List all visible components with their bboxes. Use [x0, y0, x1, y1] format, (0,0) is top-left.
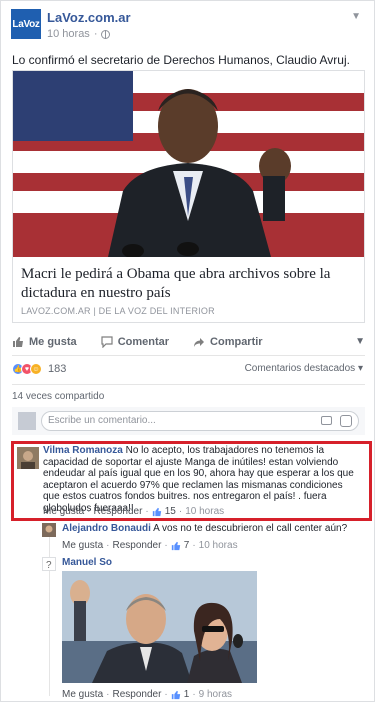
avatar[interactable] [17, 447, 39, 469]
post-meta: 10 horas · [47, 28, 111, 40]
facebook-post-card: LaVoz LaVoz.com.ar 10 horas · ▼ Lo confi… [0, 0, 375, 702]
post-header: LaVoz LaVoz.com.ar 10 horas · ▼ [11, 7, 361, 41]
comment-author[interactable]: Manuel So [62, 557, 112, 568]
dot: · [178, 506, 183, 517]
reply-body: Alejandro Bonaudi A vos no te descubrier… [62, 523, 362, 535]
comment-time[interactable]: 10 horas [185, 506, 224, 517]
chevron-down-icon[interactable]: ▼ [351, 11, 361, 22]
comment-button[interactable]: Comentar [101, 336, 169, 348]
page-logo[interactable]: LaVoz [11, 9, 41, 39]
comment-like-count[interactable]: 15 [165, 506, 176, 517]
actions-dropdown-icon[interactable]: ▼ [355, 336, 365, 347]
dot: · [106, 689, 110, 700]
sticker-icon[interactable] [340, 415, 352, 427]
dot: · [192, 689, 196, 700]
comment-icon [101, 336, 113, 348]
comment-author[interactable]: Vilma Romanoza [43, 445, 123, 456]
comment-body: Vilma Romanoza No lo acepto, los trabaja… [43, 445, 361, 514]
question-mark-icon: ? [46, 560, 52, 570]
dot: · [164, 540, 168, 551]
user-avatar [18, 412, 36, 430]
reactions-summary[interactable]: 👍 ♥ ☺ 183 [12, 362, 66, 376]
comment-input-placeholder: Escribe un comentario... [48, 415, 156, 426]
comment-sort-label: Comentarios destacados [244, 363, 356, 374]
comment-reply-link[interactable]: Responder [93, 506, 142, 517]
comment-like-link[interactable]: Me gusta [43, 506, 84, 517]
avatar[interactable] [42, 523, 56, 537]
comment-reply-link[interactable]: Responder [112, 689, 161, 700]
comment-footer: Me gusta · Responder · 1 · 9 horas [62, 689, 232, 700]
share-icon [194, 338, 205, 347]
comment-time[interactable]: 9 horas [199, 689, 232, 700]
divider [12, 355, 365, 356]
comment-like-link[interactable]: Me gusta [62, 689, 103, 700]
comment-photo[interactable] [62, 571, 257, 683]
comment-composer: Escribe un comentario... [12, 407, 365, 435]
comment-reply-link[interactable]: Responder [112, 540, 161, 551]
comment-footer: Me gusta · Responder · 7 · 10 horas [62, 540, 238, 551]
thumbs-up-icon [171, 541, 180, 550]
article-photo[interactable] [13, 71, 364, 257]
share-count[interactable]: 14 veces compartido [12, 391, 104, 402]
thumbs-up-icon [13, 337, 23, 347]
caret-down-icon: ▾ [357, 363, 363, 374]
comment-author[interactable]: Alejandro Bonaudi [62, 523, 151, 534]
article-image-illustration [13, 71, 364, 257]
comment-like-link[interactable]: Me gusta [62, 540, 103, 551]
dot: · [145, 506, 149, 517]
article-caption: LAVOZ.COM.AR | DE LA VOZ DEL INTERIOR [21, 306, 215, 316]
thumbs-up-icon [152, 507, 161, 516]
globe-icon [101, 29, 111, 39]
share-label: Compartir [210, 336, 263, 348]
link-preview[interactable]: Macri le pedirá a Obama que abra archivo… [12, 70, 365, 323]
reply-thread-line [49, 526, 50, 696]
comment-footer: Me gusta · Responder · 15 · 10 horas [43, 506, 224, 517]
dot: · [87, 506, 91, 517]
post-time[interactable]: 10 horas [47, 28, 90, 40]
reaction-count[interactable]: 183 [48, 363, 66, 375]
comment-text: A vos no te descubrieron el call center … [153, 523, 348, 534]
comment-label: Comentar [117, 336, 170, 348]
divider [12, 384, 365, 385]
camera-icon[interactable] [321, 416, 332, 425]
avatar[interactable]: ? [42, 557, 56, 571]
comment-photo-image [62, 571, 257, 683]
reply-body: Manuel So [62, 557, 112, 569]
avatar-image [17, 447, 39, 469]
thumbs-up-icon [171, 690, 180, 699]
dot: · [164, 689, 168, 700]
separator-dot: · [93, 28, 98, 40]
dot: · [106, 540, 110, 551]
avatar-image [42, 523, 56, 537]
like-label: Me gusta [29, 336, 77, 348]
comment-like-count[interactable]: 1 [184, 689, 190, 700]
link-preview-body[interactable]: Macri le pedirá a Obama que abra archivo… [13, 257, 364, 322]
comment-time[interactable]: 10 horas [199, 540, 238, 551]
article-headline[interactable]: Macri le pedirá a Obama que abra archivo… [21, 265, 356, 303]
haha-reaction-icon: ☺ [30, 363, 42, 375]
post-text: Lo confirmó el secretario de Derechos Hu… [12, 53, 350, 67]
page-name-link[interactable]: LaVoz.com.ar [47, 10, 131, 25]
share-button[interactable]: Compartir [193, 336, 263, 348]
like-button[interactable]: Me gusta [12, 336, 77, 348]
post-actions: Me gusta Comentar Compartir ▼ [12, 332, 365, 352]
comment-input[interactable]: Escribe un comentario... [41, 411, 359, 431]
comment-like-count[interactable]: 7 [184, 540, 190, 551]
dot: · [192, 540, 196, 551]
svg-text:?: ? [46, 560, 52, 570]
comment-sort-dropdown[interactable]: Comentarios destacados ▾ [245, 363, 363, 374]
